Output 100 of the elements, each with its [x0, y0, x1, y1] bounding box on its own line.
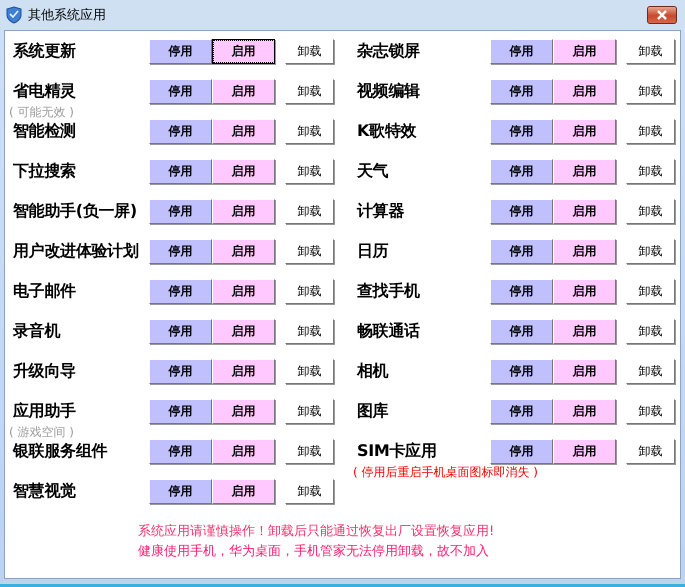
- enable-button[interactable]: 启用: [553, 199, 616, 224]
- app-name: 应用助手: [12, 400, 77, 422]
- uninstall-button[interactable]: 卸载: [285, 359, 334, 384]
- uninstall-button[interactable]: 卸载: [285, 119, 334, 144]
- app-name: 下拉搜索: [12, 160, 77, 182]
- enable-button[interactable]: 启用: [553, 119, 616, 144]
- enable-button[interactable]: 启用: [553, 39, 616, 64]
- app-name: 计算器: [356, 200, 406, 222]
- app-name: 图库: [356, 400, 390, 422]
- uninstall-button[interactable]: 卸载: [626, 359, 675, 384]
- enable-button[interactable]: 启用: [553, 439, 616, 464]
- app-name: 省电精灵: [12, 80, 77, 102]
- disable-button[interactable]: 停用: [149, 159, 212, 184]
- disable-button[interactable]: 停用: [490, 359, 553, 384]
- enable-button[interactable]: 启用: [212, 439, 275, 464]
- disable-button[interactable]: 停用: [490, 279, 553, 304]
- app-name: 相机: [356, 360, 390, 382]
- uninstall-button[interactable]: 卸载: [626, 199, 675, 224]
- app-name: 银联服务组件: [12, 440, 108, 462]
- enable-button[interactable]: 启用: [553, 319, 616, 344]
- uninstall-button[interactable]: 卸载: [626, 439, 675, 464]
- app-name: 畅联通话: [356, 320, 421, 342]
- app-note: ( 游戏空间 ): [9, 424, 74, 440]
- enable-button[interactable]: 启用: [212, 199, 275, 224]
- enable-button[interactable]: 启用: [212, 159, 275, 184]
- enable-button[interactable]: 启用: [212, 479, 275, 504]
- close-icon: [656, 10, 668, 20]
- disable-button[interactable]: 停用: [149, 399, 212, 424]
- disable-button[interactable]: 停用: [490, 199, 553, 224]
- disable-button[interactable]: 停用: [490, 39, 553, 64]
- disable-button[interactable]: 停用: [490, 439, 553, 464]
- uninstall-button[interactable]: 卸载: [285, 159, 334, 184]
- app-name: 用户改进体验计划: [12, 240, 140, 262]
- enable-button[interactable]: 启用: [553, 399, 616, 424]
- disable-button[interactable]: 停用: [490, 239, 553, 264]
- enable-button[interactable]: 启用: [212, 119, 275, 144]
- app-name: 天气: [356, 160, 390, 182]
- app-name: 智慧视觉: [12, 480, 77, 502]
- enable-button[interactable]: 启用: [212, 319, 275, 344]
- enable-button[interactable]: 启用: [553, 239, 616, 264]
- disable-button[interactable]: 停用: [490, 79, 553, 104]
- uninstall-button[interactable]: 卸载: [285, 479, 334, 504]
- app-name: SIM卡应用: [356, 440, 438, 462]
- uninstall-button[interactable]: 卸载: [626, 119, 675, 144]
- enable-button[interactable]: 启用: [553, 79, 616, 104]
- disable-button[interactable]: 停用: [149, 359, 212, 384]
- app-name: 系统更新: [12, 40, 77, 62]
- disable-button[interactable]: 停用: [149, 439, 212, 464]
- app-name: 电子邮件: [12, 280, 77, 302]
- uninstall-button[interactable]: 卸载: [285, 399, 334, 424]
- uninstall-button[interactable]: 卸载: [285, 239, 334, 264]
- window-title: 其他系统应用: [28, 7, 106, 24]
- warning-text: 系统应用请谨慎操作！卸载后只能通过恢复出厂设置恢复应用!: [138, 523, 496, 541]
- warning-text: 健康使用手机，华为桌面，手机管家无法停用卸载，故不加入: [138, 543, 490, 561]
- disable-button[interactable]: 停用: [149, 479, 212, 504]
- enable-button[interactable]: 启用: [553, 279, 616, 304]
- app-name: 智能检测: [12, 120, 77, 142]
- uninstall-button[interactable]: 卸载: [285, 199, 334, 224]
- uninstall-button[interactable]: 卸载: [285, 439, 334, 464]
- uninstall-button[interactable]: 卸载: [626, 39, 675, 64]
- close-button[interactable]: [647, 6, 677, 24]
- disable-button[interactable]: 停用: [149, 279, 212, 304]
- enable-button[interactable]: 启用: [212, 399, 275, 424]
- enable-button[interactable]: 启用: [212, 239, 275, 264]
- uninstall-button[interactable]: 卸载: [285, 79, 334, 104]
- disable-button[interactable]: 停用: [490, 399, 553, 424]
- uninstall-button[interactable]: 卸载: [285, 39, 334, 64]
- uninstall-button[interactable]: 卸载: [626, 159, 675, 184]
- disable-button[interactable]: 停用: [149, 39, 212, 64]
- disable-button[interactable]: 停用: [149, 199, 212, 224]
- uninstall-button[interactable]: 卸载: [626, 319, 675, 344]
- uninstall-button[interactable]: 卸载: [626, 79, 675, 104]
- uninstall-button[interactable]: 卸载: [626, 399, 675, 424]
- uninstall-button[interactable]: 卸载: [626, 279, 675, 304]
- uninstall-button[interactable]: 卸载: [285, 319, 334, 344]
- disable-button[interactable]: 停用: [149, 79, 212, 104]
- app-name: 升级向导: [12, 360, 77, 382]
- disable-button[interactable]: 停用: [149, 119, 212, 144]
- enable-button[interactable]: 启用: [553, 359, 616, 384]
- app-name: 智能助手(负一屏): [12, 200, 138, 222]
- enable-button[interactable]: 启用: [212, 39, 275, 64]
- app-note: ( 可能无效 ): [9, 104, 74, 120]
- enable-button[interactable]: 启用: [553, 159, 616, 184]
- app-name: 视频编辑: [356, 80, 421, 102]
- enable-button[interactable]: 启用: [212, 279, 275, 304]
- uninstall-button[interactable]: 卸载: [626, 239, 675, 264]
- app-note: ( 停用后重启手机桌面图标即消失 ): [353, 464, 538, 480]
- disable-button[interactable]: 停用: [490, 319, 553, 344]
- shield-icon: [6, 6, 22, 24]
- app-name: 杂志锁屏: [356, 40, 421, 62]
- enable-button[interactable]: 启用: [212, 79, 275, 104]
- disable-button[interactable]: 停用: [149, 239, 212, 264]
- disable-button[interactable]: 停用: [490, 119, 553, 144]
- app-name: K歌特效: [356, 120, 418, 142]
- enable-button[interactable]: 启用: [212, 359, 275, 384]
- app-name: 录音机: [12, 320, 62, 342]
- disable-button[interactable]: 停用: [490, 159, 553, 184]
- disable-button[interactable]: 停用: [149, 319, 212, 344]
- app-name: 查找手机: [356, 280, 421, 302]
- uninstall-button[interactable]: 卸载: [285, 279, 334, 304]
